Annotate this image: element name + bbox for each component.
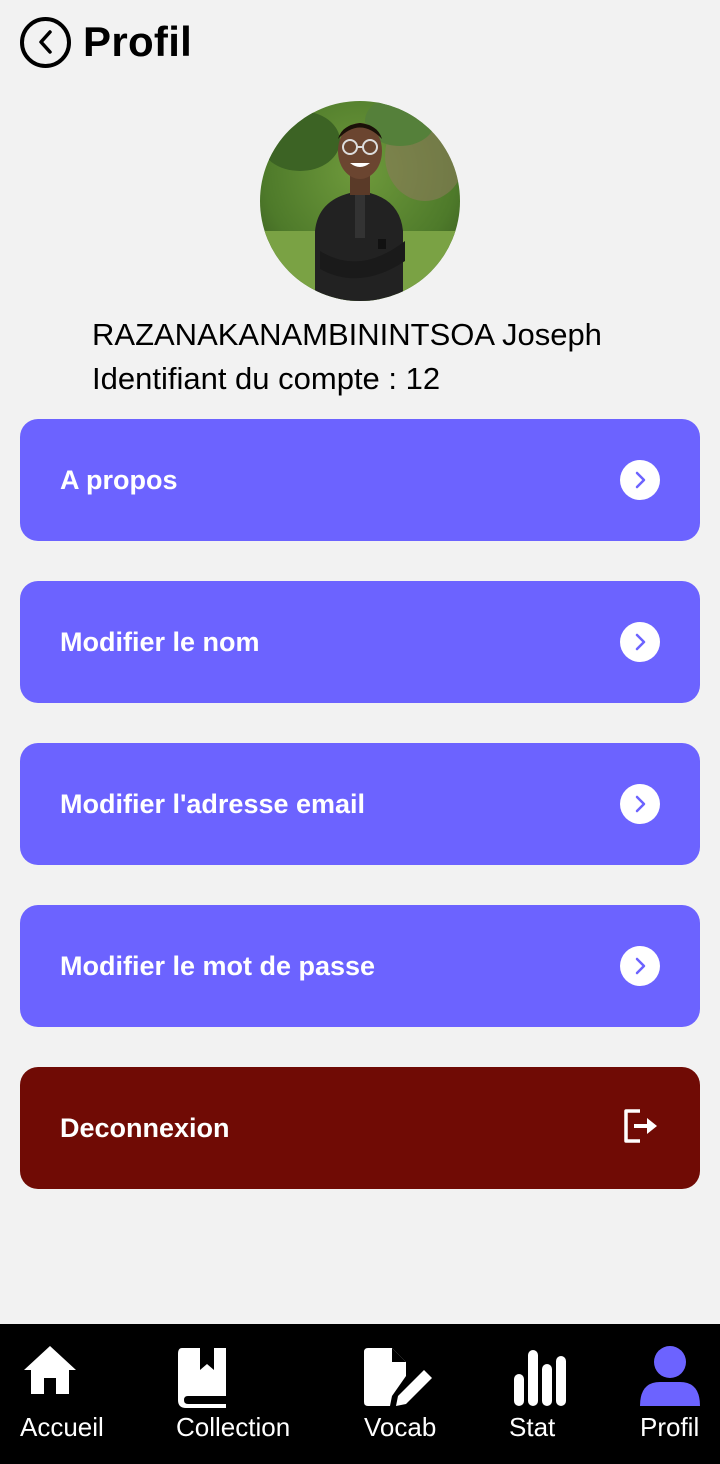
nav-item-profil[interactable]: Profil — [620, 1324, 720, 1464]
chevron-right-circle-icon — [620, 784, 660, 824]
avatar — [260, 101, 460, 301]
edit-document-icon — [364, 1348, 432, 1406]
back-button[interactable] — [20, 16, 71, 68]
logout-icon — [620, 1106, 660, 1151]
logout-label: Deconnexion — [60, 1112, 230, 1143]
page-title: Profil — [83, 18, 193, 65]
nav-label: Accueil — [20, 1412, 104, 1442]
menu-item-label: Modifier l'adresse email — [60, 788, 366, 819]
menu-item-edit-email[interactable]: Modifier l'adresse email — [20, 743, 700, 865]
chevron-right-circle-icon — [620, 460, 660, 500]
nav-label: Vocab — [364, 1412, 437, 1442]
nav-label: Collection — [176, 1412, 291, 1442]
nav-item-stat[interactable]: Stat — [490, 1324, 590, 1464]
home-icon — [24, 1346, 76, 1394]
menu-item-label: A propos — [60, 464, 178, 495]
user-name: RAZANAKANAMBININTSOA Joseph — [92, 317, 602, 352]
menu-item-edit-password[interactable]: Modifier le mot de passe — [20, 905, 700, 1027]
nav-item-accueil[interactable]: Accueil — [0, 1324, 130, 1464]
menu-item-about[interactable]: A propos — [20, 419, 700, 541]
nav-label: Profil — [640, 1412, 700, 1442]
menu-item-edit-name[interactable]: Modifier le nom — [20, 581, 700, 703]
user-icon — [640, 1346, 700, 1406]
book-icon — [178, 1348, 226, 1408]
chevron-right-circle-icon — [620, 622, 660, 662]
nav-label: Stat — [509, 1412, 556, 1442]
logout-button[interactable]: Deconnexion — [20, 1067, 700, 1189]
header: Profil — [20, 14, 192, 70]
back-circle-icon — [38, 30, 52, 54]
bottom-nav: Accueil Collection Vocab Stat Profil — [0, 1324, 720, 1464]
menu-item-label: Modifier le mot de passe — [60, 950, 376, 981]
menu-item-label: Modifier le nom — [60, 626, 260, 657]
nav-item-vocab[interactable]: Vocab — [340, 1324, 460, 1464]
account-id: Identifiant du compte : 12 — [92, 361, 441, 396]
chevron-right-circle-icon — [620, 946, 660, 986]
nav-item-collection[interactable]: Collection — [150, 1324, 310, 1464]
bar-chart-icon — [514, 1350, 566, 1406]
